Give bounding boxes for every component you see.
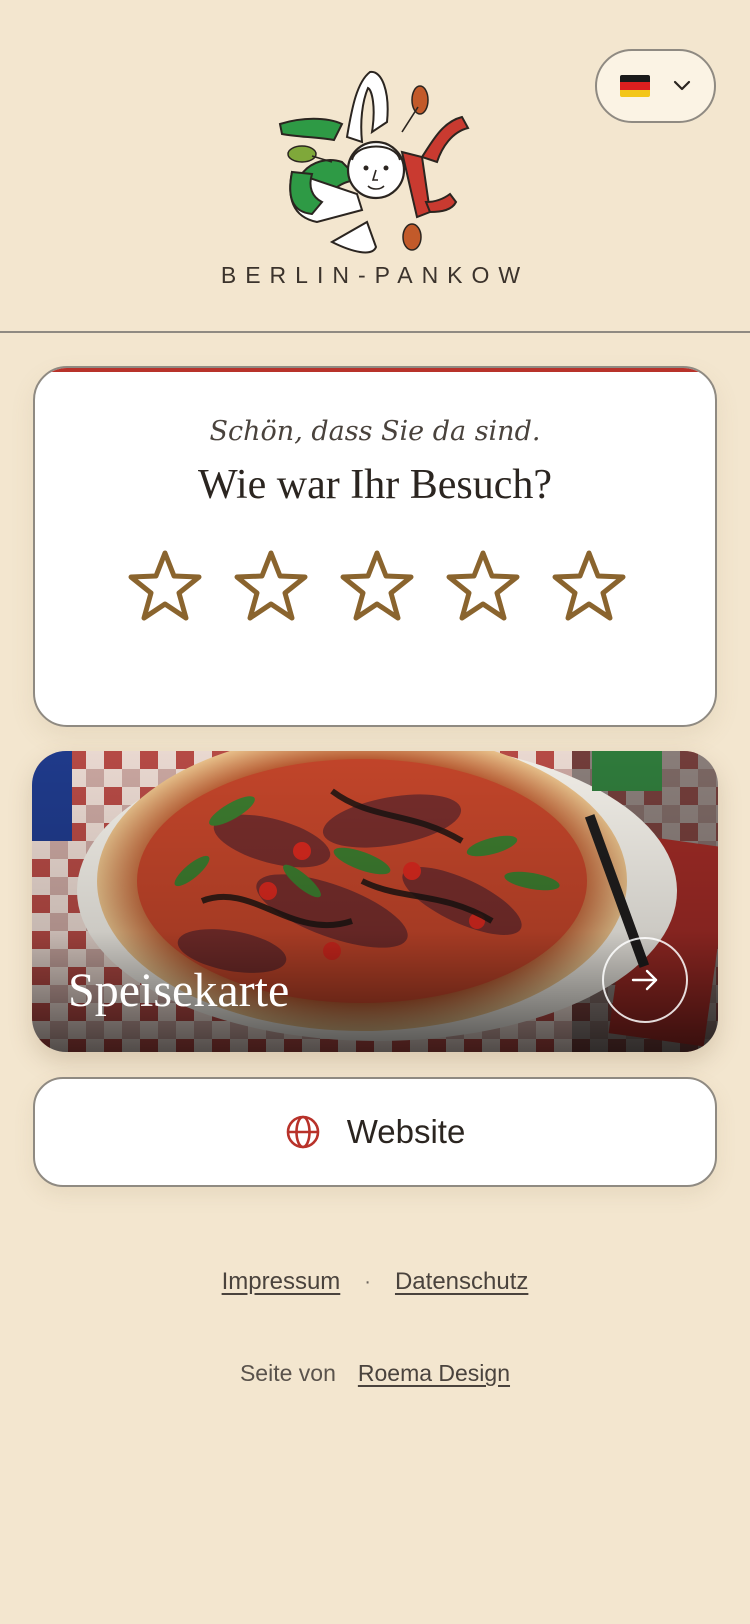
star-icon-3[interactable]	[339, 548, 415, 624]
footer-separator: ·	[364, 1270, 371, 1293]
globe-icon	[286, 1115, 319, 1149]
rating-card: Schön, dass Sie da sind. Wie war Ihr Bes…	[33, 366, 717, 727]
arrow-right-icon	[631, 969, 658, 991]
star-icon-4[interactable]	[445, 548, 521, 624]
header: BERLIN-PANKOW	[0, 0, 750, 333]
datenschutz-link[interactable]: Datenschutz	[395, 1268, 528, 1296]
star-icon-1[interactable]	[127, 548, 203, 624]
rating-question: Wie war Ihr Besuch?	[198, 462, 552, 508]
footer-links: Impressum · Datenschutz	[0, 1268, 750, 1296]
menu-arrow-button[interactable]	[602, 937, 688, 1023]
location-subtitle: BERLIN-PANKOW	[220, 262, 530, 288]
star-icon-2[interactable]	[233, 548, 309, 624]
chevron-down-icon	[673, 80, 690, 91]
roema-design-link[interactable]: Roema Design	[358, 1360, 510, 1387]
impressum-link[interactable]: Impressum	[222, 1268, 341, 1296]
trinacria-logo	[278, 70, 470, 254]
language-selector[interactable]	[595, 49, 716, 123]
card-accent-bar	[35, 368, 715, 372]
german-flag-icon	[619, 75, 650, 97]
star-rating	[127, 548, 627, 624]
greeting-text: Schön, dass Sie da sind.	[209, 416, 541, 447]
menu-card[interactable]: Speisekarte	[32, 751, 718, 1052]
star-icon-5[interactable]	[551, 548, 627, 624]
website-button[interactable]: Website	[33, 1077, 717, 1187]
menu-title: Speisekarte	[68, 964, 290, 1017]
credit-prefix: Seite von	[239, 1360, 336, 1386]
website-label: Website	[346, 1113, 466, 1150]
credit-line: Seite von Roema Design	[0, 1360, 750, 1387]
